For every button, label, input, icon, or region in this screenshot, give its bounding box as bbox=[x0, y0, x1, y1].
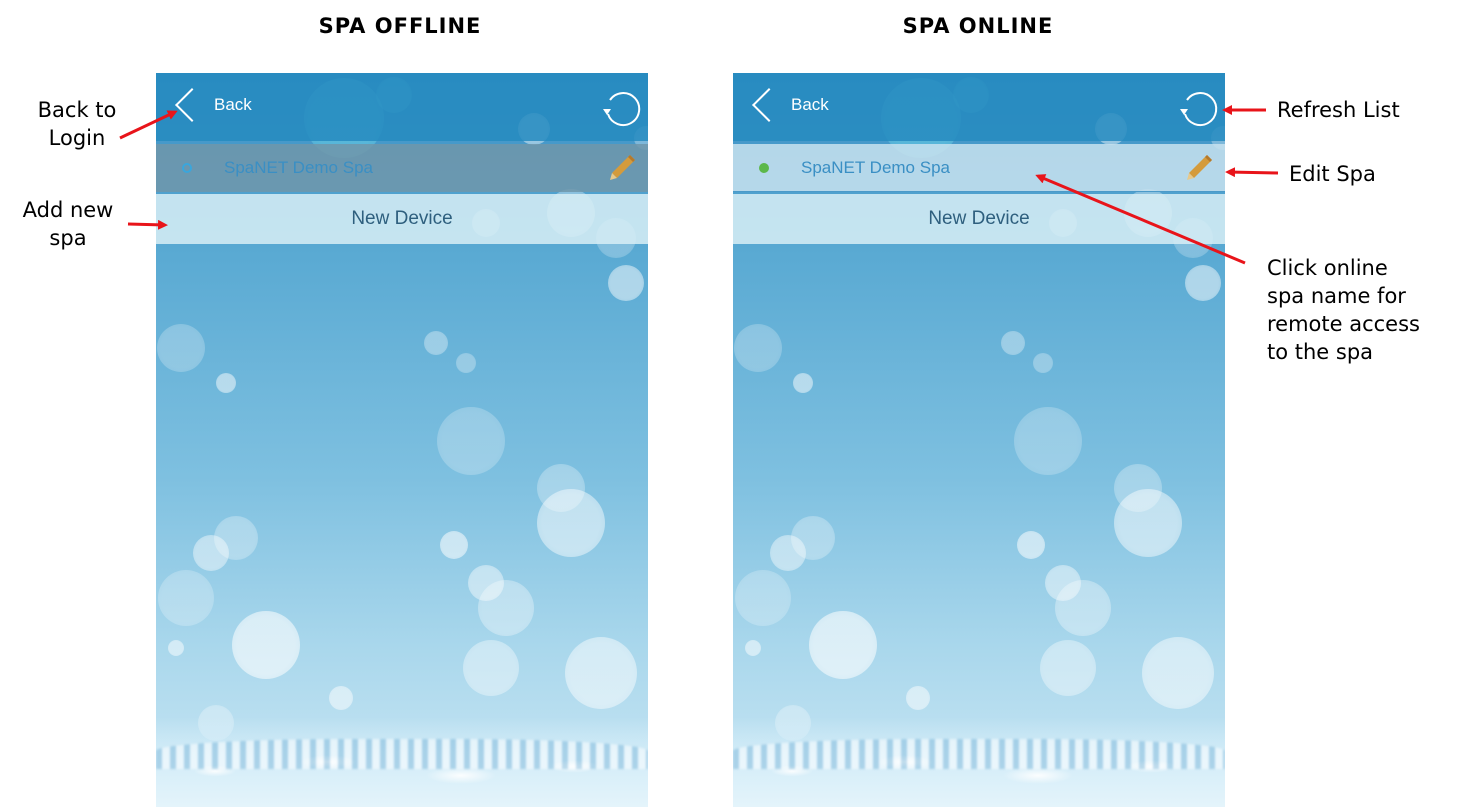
annotation-add-new-spa: Add new spa bbox=[10, 196, 126, 252]
bubble bbox=[793, 373, 813, 393]
bubble bbox=[1114, 489, 1182, 557]
bubble bbox=[770, 535, 806, 571]
annotation-back-to-login: Back to Login bbox=[34, 96, 120, 152]
bubble bbox=[1017, 531, 1045, 559]
bubble bbox=[1033, 353, 1053, 373]
annotation-line: Click online bbox=[1267, 256, 1388, 280]
spa-name-link[interactable]: SpaNET Demo Spa bbox=[801, 158, 950, 178]
bubble bbox=[1185, 265, 1221, 301]
bubble bbox=[745, 640, 761, 656]
bubble bbox=[734, 324, 782, 372]
back-button[interactable]: Back bbox=[170, 83, 252, 127]
phone-screen-online: Back SpaNET Demo Spa New Device bbox=[733, 73, 1225, 807]
edit-spa-button[interactable] bbox=[1183, 152, 1215, 184]
chevron-left-icon bbox=[752, 88, 786, 122]
spa-list-item[interactable]: SpaNET Demo Spa bbox=[733, 144, 1225, 192]
top-bar: Back bbox=[156, 73, 648, 141]
arrow-edit bbox=[1225, 167, 1279, 178]
phone-screen-offline: Back SpaNET Demo Spa New Device bbox=[156, 73, 648, 807]
bubble bbox=[424, 331, 448, 355]
annotation-refresh-list: Refresh List bbox=[1277, 98, 1400, 122]
bubble bbox=[168, 640, 184, 656]
annotation-line: spa name for bbox=[1267, 284, 1406, 308]
bubble bbox=[1001, 331, 1025, 355]
back-button[interactable]: Back bbox=[747, 83, 829, 127]
panel-title-online: SPA ONLINE bbox=[902, 14, 1054, 38]
spa-name-link[interactable]: SpaNET Demo Spa bbox=[224, 158, 373, 178]
bubble bbox=[463, 640, 519, 696]
status-dot-icon bbox=[759, 162, 769, 173]
back-label: Back bbox=[214, 95, 252, 114]
panel-title-offline: SPA OFFLINE bbox=[318, 14, 482, 38]
bubble bbox=[906, 686, 930, 710]
refresh-icon bbox=[603, 92, 641, 127]
bubble bbox=[1040, 640, 1096, 696]
refresh-button[interactable] bbox=[1177, 86, 1219, 128]
bubble bbox=[232, 611, 300, 679]
annotation-click-online-spa: Click online spa name for remote access … bbox=[1267, 254, 1457, 366]
bubble bbox=[1055, 580, 1111, 636]
new-device-button[interactable]: New Device bbox=[733, 194, 1225, 244]
annotation-line: Login bbox=[48, 126, 106, 150]
back-label: Back bbox=[791, 95, 829, 114]
spa-list-item[interactable]: SpaNET Demo Spa bbox=[156, 144, 648, 192]
bubble bbox=[193, 535, 229, 571]
bubble bbox=[735, 570, 791, 626]
water-splash bbox=[156, 717, 648, 807]
pencil-icon bbox=[1187, 155, 1212, 180]
water-splash bbox=[733, 717, 1225, 807]
bubble bbox=[157, 324, 205, 372]
bubble bbox=[329, 686, 353, 710]
bubble bbox=[158, 570, 214, 626]
bubble bbox=[456, 353, 476, 373]
edit-spa-button[interactable] bbox=[606, 152, 638, 184]
bubble bbox=[537, 489, 605, 557]
bubble bbox=[1014, 407, 1082, 475]
refresh-icon bbox=[1180, 92, 1218, 127]
bubble bbox=[1142, 637, 1214, 709]
chevron-left-icon bbox=[175, 88, 209, 122]
new-device-button[interactable]: New Device bbox=[156, 194, 648, 244]
annotation-line: remote access bbox=[1267, 312, 1420, 336]
bubble bbox=[437, 407, 505, 475]
refresh-button[interactable] bbox=[600, 86, 642, 128]
bubble bbox=[478, 580, 534, 636]
pencil-icon bbox=[610, 155, 635, 180]
bubble bbox=[809, 611, 877, 679]
status-dot-icon bbox=[182, 163, 192, 173]
bubble bbox=[440, 531, 468, 559]
bubble bbox=[216, 373, 236, 393]
annotation-edit-spa: Edit Spa bbox=[1289, 162, 1376, 186]
top-bar: Back bbox=[733, 73, 1225, 141]
annotation-line: Back to bbox=[37, 98, 117, 122]
bubble bbox=[565, 637, 637, 709]
bubble bbox=[608, 265, 644, 301]
annotation-line: Add new bbox=[22, 198, 114, 222]
annotation-line: spa bbox=[49, 226, 87, 250]
annotation-line: to the spa bbox=[1267, 340, 1374, 364]
